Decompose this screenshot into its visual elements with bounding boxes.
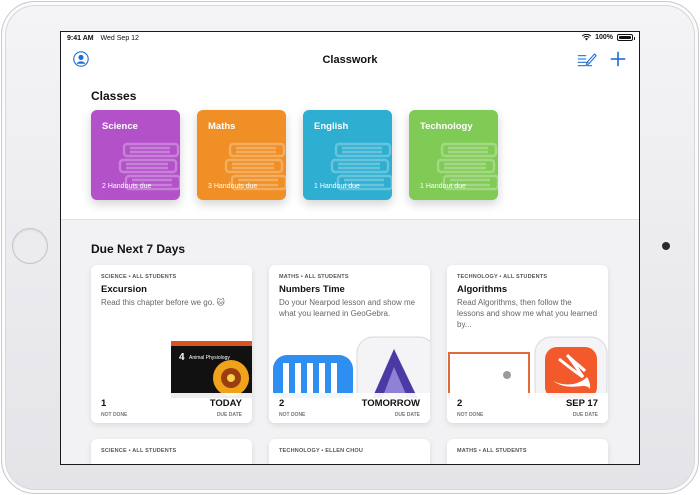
class-tile-due: 2 Handouts due [102, 183, 152, 190]
navigation-bar: Classwork [61, 46, 639, 74]
status-bar: 9:41 AM Wed Sep 12 100% [61, 32, 639, 46]
due-date-value: TOMORROW [361, 398, 420, 409]
assignment-card[interactable]: SCIENCE • ALL STUDENTS [91, 439, 252, 464]
status-date: Wed Sep 12 [100, 35, 139, 42]
class-tile-name: Maths [208, 121, 236, 132]
class-tile-due: 1 Handout due [420, 183, 466, 190]
due-cards: SCIENCE • ALL STUDENTS Excursion Read th… [91, 265, 608, 423]
class-tile-name: Technology [420, 121, 473, 132]
add-icon[interactable] [609, 50, 627, 68]
assignment-card-algorithms[interactable]: TECHNOLOGY • ALL STUDENTS Algorithms Rea… [447, 265, 608, 423]
card-meta: TECHNOLOGY • ALL STUDENTS [457, 274, 548, 280]
not-done-label: NOT DONE [457, 412, 484, 418]
front-camera [662, 242, 670, 250]
card-title: Excursion [101, 284, 147, 295]
not-done-label: NOT DONE [279, 412, 306, 418]
card-footer: 1 NOT DONE TODAY DUE DATE [91, 393, 252, 423]
card-title: Algorithms [457, 284, 508, 295]
card-meta: MATHS • ALL STUDENTS [457, 448, 527, 454]
due-date-label: DUE DATE [216, 412, 242, 418]
book-cover-image: 4 Animal Physiology [171, 341, 252, 398]
wifi-icon [582, 34, 592, 41]
class-tile-due: 1 Handout due [314, 183, 360, 190]
due-heading: Due Next 7 Days [91, 242, 186, 256]
card-footer: 2 NOT DONE TOMORROW DUE DATE [269, 393, 430, 423]
not-done-count: 2 [457, 398, 463, 409]
classes-section: Classes Science 2 Handouts due Maths 3 H… [61, 74, 639, 220]
card-meta: SCIENCE • ALL STUDENTS [101, 274, 177, 280]
class-tile-maths[interactable]: Maths 3 Handouts due [197, 110, 286, 200]
card-footer: 2 NOT DONE SEP 17 DUE DATE [447, 393, 608, 423]
not-done-count: 2 [279, 398, 285, 409]
classes-heading: Classes [91, 89, 137, 103]
swift-book-image [448, 336, 608, 398]
card-description: Read this chapter before we go. 🐱 [101, 298, 225, 307]
due-date-label: DUE DATE [394, 412, 420, 418]
assignment-card-numbers-time[interactable]: MATHS • ALL STUDENTS Numbers Time Do you… [269, 265, 430, 423]
app-screen: 9:41 AM Wed Sep 12 100% Classwork Classe… [60, 31, 640, 465]
not-done-count: 1 [101, 398, 107, 409]
card-meta: SCIENCE • ALL STUDENTS [101, 448, 177, 454]
class-tile-science[interactable]: Science 2 Handouts due [91, 110, 180, 200]
due-date-value: SEP 17 [565, 398, 598, 409]
battery-percent: 100% [595, 34, 613, 41]
card-meta: TECHNOLOGY • ELLEN CHOU [279, 448, 364, 454]
more-assignment-cards: SCIENCE • ALL STUDENTS TECHNOLOGY • ELLE… [91, 439, 608, 464]
card-description: Do your Nearpod lesson and show me what … [279, 298, 416, 318]
home-button[interactable] [12, 228, 48, 264]
class-tile-english[interactable]: English 1 Handout due [303, 110, 392, 200]
assignment-card[interactable]: MATHS • ALL STUDENTS [447, 439, 608, 464]
class-tiles: Science 2 Handouts due Maths 3 Handouts … [91, 110, 498, 200]
app-icons-image [273, 336, 430, 398]
page-title: Classwork [322, 54, 378, 66]
card-meta: MATHS • ALL STUDENTS [279, 274, 349, 280]
due-date-label: DUE DATE [572, 412, 598, 418]
card-title: Numbers Time [279, 284, 345, 295]
assignment-card[interactable]: TECHNOLOGY • ELLEN CHOU [269, 439, 430, 464]
book-number: 4 [179, 352, 185, 363]
compose-list-icon[interactable] [577, 51, 597, 67]
not-done-label: NOT DONE [101, 412, 128, 418]
assignment-card-excursion[interactable]: SCIENCE • ALL STUDENTS Excursion Read th… [91, 265, 252, 423]
class-tile-technology[interactable]: Technology 1 Handout due [409, 110, 498, 200]
due-date-value: TODAY [209, 398, 242, 409]
class-tile-due: 3 Handouts due [208, 183, 258, 190]
class-tile-name: English [314, 121, 349, 132]
book-title: Animal Physiology [189, 355, 230, 361]
class-tile-name: Science [102, 121, 138, 132]
status-time: 9:41 AM [67, 35, 94, 42]
battery-icon [617, 34, 635, 41]
